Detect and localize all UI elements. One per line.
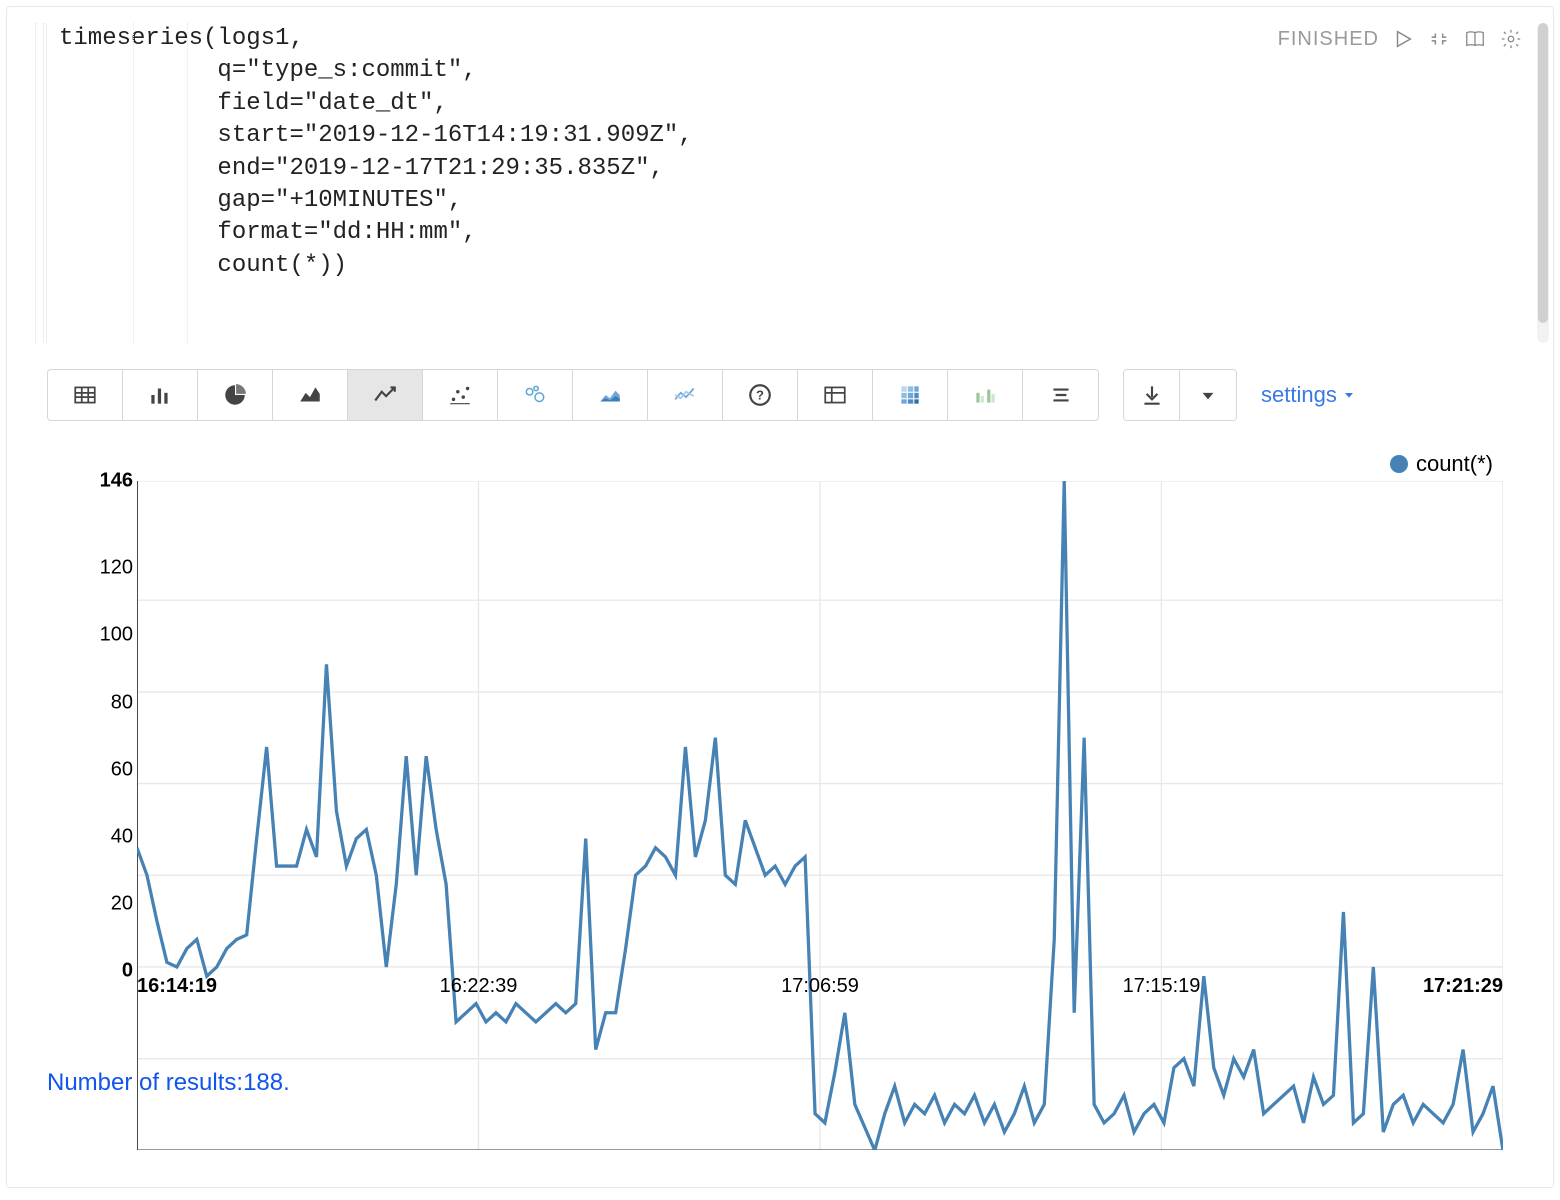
- grouped-bar-icon[interactable]: [948, 370, 1023, 420]
- stacked-area-icon[interactable]: [573, 370, 648, 420]
- code-text: timeseries(logs1, q="type_s:commit", fie…: [53, 23, 693, 282]
- chart-toolbar: ? settings: [7, 353, 1553, 425]
- status-label: FINISHED: [1278, 28, 1379, 51]
- download-group: [1123, 369, 1237, 421]
- cell-status-strip: FINISHED: [1278, 27, 1523, 51]
- editor-scrollbar[interactable]: [1537, 23, 1549, 343]
- pie-chart-icon[interactable]: [198, 370, 273, 420]
- code-editor[interactable]: timeseries(logs1, q="type_s:commit", fie…: [7, 7, 1553, 353]
- help-icon[interactable]: ?: [723, 370, 798, 420]
- multiline-icon[interactable]: [648, 370, 723, 420]
- chart-area: 020406080100120146 16:14:1916:22:3917:06…: [137, 481, 1503, 971]
- editor-gutter: [27, 23, 47, 343]
- line-chart-icon[interactable]: [348, 370, 423, 420]
- legend-label: count(*): [1416, 451, 1493, 477]
- scatter-chart-icon[interactable]: [423, 370, 498, 420]
- download-icon[interactable]: [1124, 370, 1180, 420]
- bar-chart-icon[interactable]: [123, 370, 198, 420]
- collapse-icon[interactable]: [1427, 27, 1451, 51]
- pivot-icon[interactable]: [798, 370, 873, 420]
- x-axis: 16:14:1916:22:3917:06:5917:15:1917:21:29: [137, 975, 1503, 1005]
- bubble-chart-icon[interactable]: [498, 370, 573, 420]
- gear-icon[interactable]: [1499, 27, 1523, 51]
- viz-type-group: ?: [47, 369, 1099, 421]
- run-icon[interactable]: [1391, 27, 1415, 51]
- y-axis: 020406080100120146: [67, 481, 133, 971]
- svg-text:?: ?: [756, 387, 764, 402]
- settings-link[interactable]: settings: [1261, 382, 1357, 408]
- heatmap-icon[interactable]: [873, 370, 948, 420]
- area-chart-icon[interactable]: [273, 370, 348, 420]
- settings-label: settings: [1261, 382, 1337, 408]
- chart-svg: [137, 481, 1503, 1150]
- legend-swatch: [1390, 455, 1408, 473]
- book-icon[interactable]: [1463, 27, 1487, 51]
- table-icon[interactable]: [48, 370, 123, 420]
- scroll-thumb[interactable]: [1538, 23, 1548, 323]
- chart-legend: count(*): [7, 425, 1553, 481]
- text-align-icon[interactable]: [1023, 370, 1098, 420]
- download-caret-icon[interactable]: [1180, 370, 1236, 420]
- notebook-cell: timeseries(logs1, q="type_s:commit", fie…: [6, 6, 1554, 1188]
